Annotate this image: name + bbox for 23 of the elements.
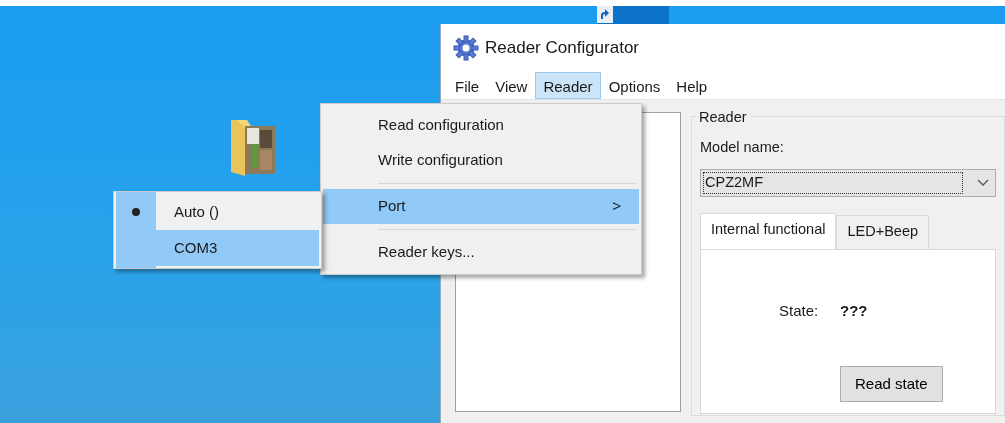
menu-item[interactable]: File	[447, 72, 488, 99]
menu-item[interactable]: Write configuration	[323, 143, 639, 178]
state-value: ???	[840, 300, 868, 321]
read-state-button[interactable]: Read state	[840, 365, 943, 402]
model-dropdown[interactable]: CPZ2MF	[700, 168, 996, 197]
state-label: State:	[779, 300, 819, 321]
menu-item[interactable]: Read configuration	[323, 108, 639, 143]
menu-item[interactable]: Help	[668, 72, 716, 99]
window-title: Reader Configurator	[485, 37, 640, 60]
tab[interactable]: LED+Beep	[836, 214, 929, 249]
menu-item[interactable]: View	[487, 72, 536, 99]
menu-item[interactable]: Reader keys...	[323, 235, 639, 270]
menu-item[interactable]: COM3	[156, 230, 319, 266]
field-label: Model name:	[700, 138, 785, 157]
tab[interactable]: Internal functional	[700, 212, 837, 250]
chevron-down-icon	[977, 178, 989, 187]
shortcut-icon[interactable]	[597, 6, 613, 23]
submenu-arrow-icon: >	[612, 195, 621, 218]
gear-icon	[453, 35, 479, 61]
menu-item[interactable]: Auto ()	[156, 194, 319, 230]
menu-item[interactable]: Port >	[323, 189, 639, 224]
menu-item[interactable]: Options	[600, 72, 669, 99]
menu-item[interactable]: Reader	[535, 72, 601, 99]
